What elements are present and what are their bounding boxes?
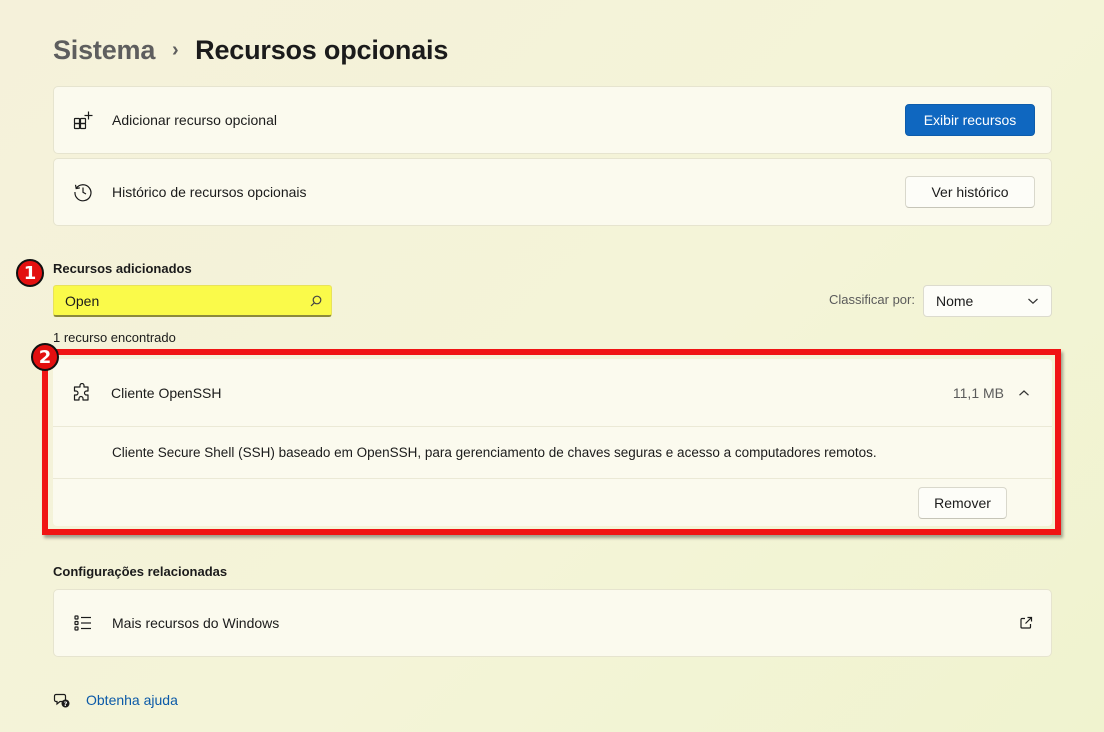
more-windows-features-label: Mais recursos do Windows [112, 615, 280, 631]
external-link-icon[interactable] [1019, 616, 1033, 630]
chevron-up-icon[interactable] [1016, 385, 1032, 401]
feature-item-openssh: Cliente OpenSSH 11,1 MB Cliente Secure S… [53, 359, 1052, 526]
breadcrumb: Sistema › Recursos opcionais [53, 30, 448, 70]
related-settings-title: Configurações relacionadas [53, 564, 228, 579]
view-history-button[interactable]: Ver histórico [905, 176, 1035, 208]
history-card: Histórico de recursos opcionais Ver hist… [53, 158, 1052, 226]
get-help-link[interactable]: Obtenha ajuda [86, 692, 178, 708]
search-icon[interactable] [309, 294, 323, 308]
annotation-marker-2: 2 [31, 343, 59, 371]
add-feature-card: Adicionar recurso opcional Exibir recurs… [53, 86, 1052, 154]
list-icon [72, 612, 94, 634]
sort-dropdown[interactable]: Nome [923, 285, 1052, 317]
page-title: Recursos opcionais [195, 34, 449, 65]
add-grid-icon [72, 109, 94, 131]
help-chat-icon: ? [53, 691, 71, 709]
feature-item-header[interactable]: Cliente OpenSSH 11,1 MB [53, 359, 1052, 427]
help-row: ? Obtenha ajuda [53, 690, 178, 710]
feature-name: Cliente OpenSSH [111, 384, 222, 401]
breadcrumb-parent[interactable]: Sistema [53, 35, 155, 66]
chevron-down-icon [1027, 292, 1039, 310]
annotation-marker-1: 1 [16, 259, 44, 287]
svg-text:?: ? [64, 700, 68, 708]
breadcrumb-chevron-icon: › [171, 38, 179, 61]
add-feature-label: Adicionar recurso opcional [112, 112, 277, 128]
puzzle-icon [71, 382, 93, 404]
feature-size: 11,1 MB [952, 384, 1004, 401]
feature-description: Cliente Secure Shell (SSH) baseado em Op… [53, 427, 1052, 479]
view-features-button[interactable]: Exibir recursos [905, 104, 1035, 136]
history-icon [72, 181, 94, 203]
search-input-value[interactable]: Open [65, 293, 309, 309]
search-input[interactable]: Open [53, 285, 332, 317]
more-windows-features-card[interactable]: Mais recursos do Windows [53, 589, 1052, 657]
remove-button[interactable]: Remover [918, 487, 1007, 519]
added-features-title: Recursos adicionados [53, 261, 192, 276]
results-count: 1 recurso encontrado [53, 330, 176, 345]
history-label: Histórico de recursos opcionais [112, 184, 307, 200]
sort-label: Classificar por: [829, 292, 915, 307]
sort-dropdown-value: Nome [936, 293, 974, 309]
feature-actions: Remover [53, 479, 1052, 527]
